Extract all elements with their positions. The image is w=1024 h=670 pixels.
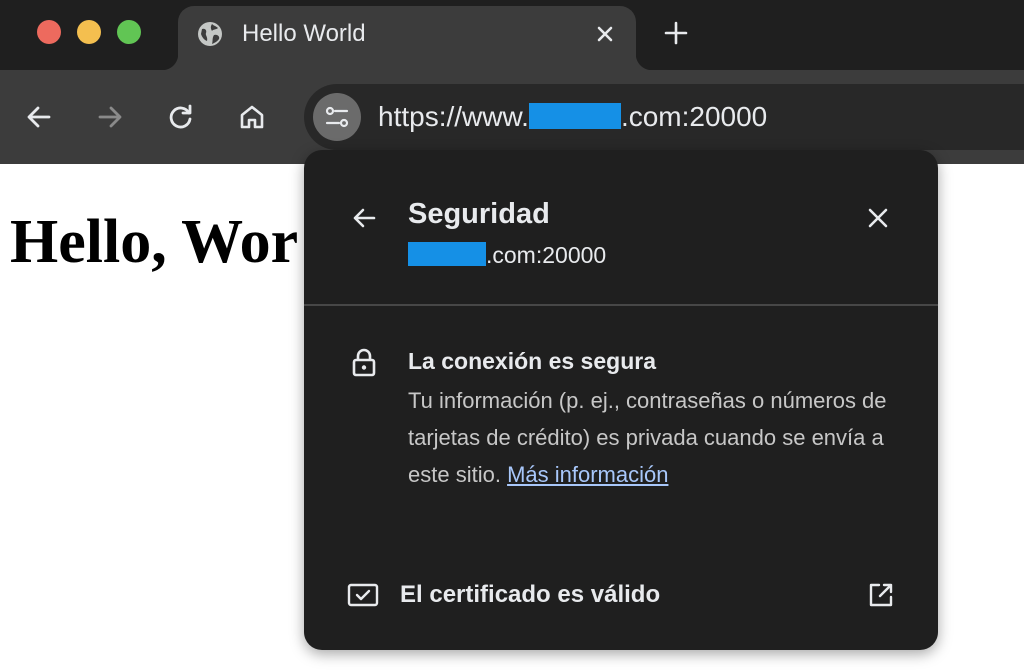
tab-strip: Hello World — [0, 0, 1024, 70]
new-tab-icon[interactable] — [661, 18, 691, 48]
certificate-row[interactable]: El certificado es válido — [304, 568, 938, 624]
external-link-icon[interactable] — [866, 580, 896, 610]
forward-arrow-icon[interactable] — [94, 101, 126, 133]
tune-icon — [325, 106, 349, 128]
address-bar[interactable]: https://www. .com:20000 — [304, 84, 1024, 150]
tab-hello-world[interactable]: Hello World — [162, 6, 652, 70]
certificate-label: El certificado es válido — [400, 581, 661, 608]
reload-icon[interactable] — [165, 101, 197, 133]
window-close-button[interactable] — [37, 20, 61, 44]
bubble-title: Seguridad — [408, 198, 550, 230]
close-icon[interactable] — [864, 204, 892, 232]
subtitle-suffix: .com:20000 — [486, 242, 607, 268]
window-minimize-button[interactable] — [77, 20, 101, 44]
home-icon[interactable] — [236, 101, 268, 133]
back-arrow-icon[interactable] — [23, 101, 55, 133]
divider — [304, 304, 938, 306]
url-prefix: https://www. — [378, 101, 529, 132]
connection-description: Tu información (p. ej., contraseñas o nú… — [408, 382, 908, 493]
url-text: https://www. .com:20000 — [378, 100, 767, 134]
close-tab-icon[interactable] — [592, 21, 618, 47]
page-heading: Hello, Wor — [10, 208, 299, 276]
back-arrow-icon[interactable] — [348, 202, 380, 234]
connection-title: La conexión es segura — [408, 348, 656, 374]
site-info-button[interactable] — [313, 93, 361, 141]
learn-more-link[interactable]: Más información — [507, 462, 668, 487]
certificate-icon — [347, 583, 379, 607]
redacted-domain — [528, 103, 621, 129]
url-suffix: .com:20000 — [620, 101, 768, 132]
security-bubble: Seguridad .com:20000 La conexión es segu… — [304, 150, 938, 650]
tab-title: Hello World — [242, 20, 366, 47]
globe-icon — [198, 22, 222, 46]
window-maximize-button[interactable] — [117, 20, 141, 44]
lock-icon — [352, 348, 376, 377]
bubble-subtitle: .com:20000 — [408, 240, 606, 270]
redacted-domain — [408, 242, 486, 266]
